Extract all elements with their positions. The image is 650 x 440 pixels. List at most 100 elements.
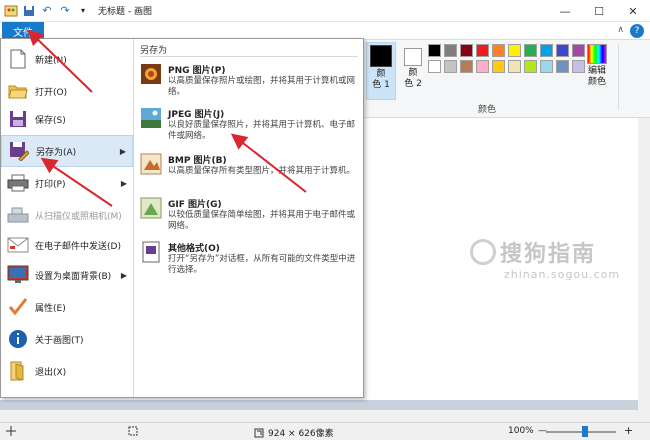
color1-button[interactable]: 颜 色 1 <box>366 42 396 100</box>
save-as-format-option[interactable]: BMP 图片(B) 以高质量保存所有类型图片，并将其用于计算机。 <box>136 149 360 195</box>
image-size: 924 × 626像素 <box>254 426 334 439</box>
submenu-divider <box>140 56 358 57</box>
palette-color-swatch[interactable] <box>492 60 505 73</box>
color1-label: 颜 色 1 <box>367 69 395 91</box>
palette-color-swatch[interactable] <box>524 60 537 73</box>
save-as-format-option[interactable]: PNG 图片(P) 以高质量保存照片或绘图，并将其用于计算机或网络。 <box>136 59 360 105</box>
file-menu-item[interactable]: 在电子邮件中发送(D) <box>1 229 133 261</box>
color2-button[interactable]: 颜 色 2 <box>398 42 428 100</box>
palette-color-swatch[interactable] <box>556 44 569 57</box>
palette-color-swatch[interactable] <box>508 60 521 73</box>
jpeg-image-icon <box>140 107 162 129</box>
submenu-arrow-icon: ▶ <box>119 146 126 156</box>
palette-color-swatch[interactable] <box>444 60 457 73</box>
palette-color-swatch[interactable] <box>476 44 489 57</box>
customize-toolbar-icon[interactable]: ▾ <box>76 4 90 18</box>
file-menu-item[interactable]: 设置为桌面背景(B) ▶ <box>1 259 133 291</box>
quick-save-icon[interactable] <box>22 4 36 18</box>
palette-color-swatch[interactable] <box>476 60 489 73</box>
file-menu-item[interactable]: 属性(E) <box>1 291 133 323</box>
file-menu-item[interactable]: 保存(S) <box>1 103 133 135</box>
submenu-arrow-icon: ▶ <box>120 270 127 280</box>
status-bar: 924 × 626像素 100% — + <box>0 422 650 440</box>
printer-icon <box>7 172 29 194</box>
collapse-ribbon-icon[interactable]: ∧ <box>617 25 624 35</box>
palette-color-swatch[interactable] <box>428 60 441 73</box>
palette-color-swatch[interactable] <box>444 44 457 57</box>
edit-colors-button[interactable]: 编辑 颜色 <box>584 42 610 88</box>
file-menu-item-label: 从扫描仪或照相机(M) <box>35 211 122 222</box>
color2-swatch <box>404 48 422 66</box>
close-button[interactable]: ✕ <box>616 0 650 22</box>
format-title: JPEG 图片(J) <box>168 110 225 120</box>
zoom-in-button[interactable]: + <box>624 424 633 437</box>
format-description: 以高质量保存所有类型图片，并将其用于计算机。 <box>168 166 356 176</box>
selection-size-icon <box>128 426 138 436</box>
palette-color-swatch[interactable] <box>540 44 553 57</box>
format-title: BMP 图片(B) <box>168 156 227 166</box>
zoom-slider-thumb[interactable] <box>582 426 588 437</box>
file-menu-item[interactable]: 关于画图(T) <box>1 323 133 355</box>
file-menu-item-label: 另存为(A) <box>36 147 77 158</box>
undo-icon[interactable]: ↶ <box>40 4 54 18</box>
palette-color-swatch[interactable] <box>460 60 473 73</box>
save-as-format-option[interactable]: JPEG 图片(J) 以良好质量保存照片，并将其用于计算机、电子邮件或网络。 <box>136 103 360 149</box>
format-description: 以高质量保存照片或绘图，并将其用于计算机或网络。 <box>168 76 356 97</box>
window-title: 无标题 - 画图 <box>98 7 152 17</box>
file-menu-item: 从扫描仪或照相机(M) <box>1 199 133 231</box>
color-palette <box>428 44 585 73</box>
zoom-slider[interactable] <box>546 431 616 433</box>
help-button[interactable]: ? <box>630 24 644 38</box>
palette-color-swatch[interactable] <box>556 60 569 73</box>
watermark-en: zhinan.sogou.com <box>504 268 621 281</box>
file-menu-item[interactable]: 另存为(A) ▶ <box>1 135 133 167</box>
save-as-format-option[interactable]: 其他格式(O) 打开“另存为”对话框，从所有可能的文件类型中进行选择。 <box>136 237 360 283</box>
file-menu-item[interactable]: 打印(P) ▶ <box>1 167 133 199</box>
color2-label: 颜 色 2 <box>398 68 428 90</box>
file-menu-item[interactable]: 新建(N) <box>1 43 133 75</box>
horizontal-scrollbar[interactable] <box>0 410 638 422</box>
format-title: 其他格式(O) <box>168 244 220 254</box>
file-menu-item-label: 新建(N) <box>35 55 67 66</box>
file-menu-item-label: 打印(P) <box>35 179 66 190</box>
edit-colors-label: 编辑 颜色 <box>584 66 610 88</box>
palette-color-swatch[interactable] <box>428 44 441 57</box>
color-spectrum-icon <box>587 44 607 64</box>
palette-color-swatch[interactable] <box>492 44 505 57</box>
edit-colors-label-line1: 编辑 <box>587 66 606 76</box>
file-menu-item[interactable]: 退出(X) <box>1 355 133 387</box>
redo-icon[interactable]: ↷ <box>58 4 72 18</box>
cursor-position-icon <box>6 426 16 436</box>
image-size-icon <box>254 428 264 437</box>
open-folder-icon <box>7 80 29 102</box>
file-menu-item-label: 属性(E) <box>35 303 66 314</box>
other-formats-icon <box>140 241 162 263</box>
submenu-title: 另存为 <box>140 46 168 56</box>
save-as-format-option[interactable]: GIF 图片(G) 以较低质量保存简单绘图，并将其用于电子邮件或网络。 <box>136 193 360 239</box>
palette-color-swatch[interactable] <box>524 44 537 57</box>
maximize-button[interactable]: ☐ <box>582 0 616 22</box>
file-menu-item-label: 设置为桌面背景(B) <box>35 271 112 282</box>
palette-color-swatch[interactable] <box>508 44 521 57</box>
scanner-icon <box>7 204 29 226</box>
file-menu-commands: 新建(N) 打开(O) 保存(S) 另存为(A) ▶ 打印(P) ▶ 从扫描仪或照相机(M) 在… <box>1 39 133 397</box>
watermark: 搜狗指南 zhinan.sogou.com <box>470 236 620 281</box>
file-menu-item-label: 保存(S) <box>35 115 66 126</box>
file-menu-item-label: 退出(X) <box>35 367 67 378</box>
color1-label-line1: 颜 <box>376 69 386 79</box>
minimize-button[interactable]: — <box>548 0 582 22</box>
group-separator <box>618 44 619 110</box>
sogou-logo-icon <box>470 239 496 265</box>
bmp-image-icon <box>140 153 162 175</box>
format-description: 以良好质量保存照片，并将其用于计算机、电子邮件或网络。 <box>168 120 356 141</box>
palette-color-swatch[interactable] <box>540 60 553 73</box>
title-bar: ↶ ↷ ▾ 无标题 - 画图 — ☐ ✕ <box>0 0 650 22</box>
save-as-icon <box>8 140 30 162</box>
palette-color-swatch[interactable] <box>460 44 473 57</box>
edit-colors-label-line2: 颜色 <box>587 77 606 87</box>
save-as-submenu: 另存为 PNG 图片(P) 以高质量保存照片或绘图，并将其用于计算机或网络。 JPE… <box>133 39 363 397</box>
zoom-level: 100% <box>508 426 534 436</box>
vertical-scrollbar[interactable] <box>638 118 650 422</box>
file-menu-item-label: 打开(O) <box>35 87 68 98</box>
info-icon <box>7 328 29 350</box>
